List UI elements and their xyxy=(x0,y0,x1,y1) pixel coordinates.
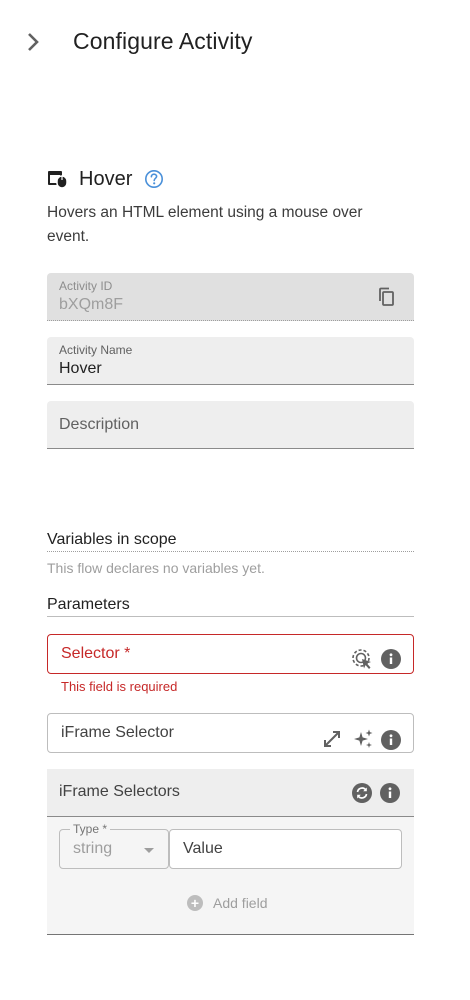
sync-icon[interactable] xyxy=(351,782,373,804)
iframe-selectors-group: iFrame Selectors Type * string Value + A… xyxy=(47,769,414,935)
parameters-section-title: Parameters xyxy=(47,596,414,617)
variables-note: This flow declares no variables yet. xyxy=(47,560,265,576)
add-field-label: Add field xyxy=(213,895,268,911)
activity-name: Hover xyxy=(79,167,133,190)
mouse-icon xyxy=(47,167,71,191)
iframe-selector-input[interactable]: iFrame Selector xyxy=(47,713,414,753)
description-field[interactable]: Description xyxy=(47,401,414,449)
page-title: Configure Activity xyxy=(73,28,253,54)
iframe-selector-info-icon[interactable] xyxy=(380,729,402,751)
activity-id-field: Activity ID bXQm8F xyxy=(47,273,414,321)
selector-info-icon[interactable] xyxy=(380,648,402,670)
caret-down-icon xyxy=(144,848,154,853)
value-input[interactable]: Value xyxy=(169,829,402,869)
sparkles-icon[interactable] xyxy=(352,728,374,750)
activity-name-value: Hover xyxy=(59,360,102,377)
copy-icon[interactable] xyxy=(376,286,398,308)
iframe-selector-label: iFrame Selector xyxy=(61,724,174,741)
activity-id-value: bXQm8F xyxy=(59,296,124,313)
expand-icon[interactable] xyxy=(321,728,343,750)
selector-input[interactable]: Selector * xyxy=(47,634,414,674)
iframe-selectors-info-icon[interactable] xyxy=(379,782,401,804)
activity-id-label: Activity ID xyxy=(59,279,113,293)
help-icon[interactable] xyxy=(144,168,166,190)
selector-error-text: This field is required xyxy=(61,679,178,694)
iframe-selectors-label: iFrame Selectors xyxy=(59,783,180,800)
activity-name-label: Activity Name xyxy=(59,343,133,357)
type-value: string xyxy=(73,840,113,857)
activity-name-field[interactable]: Activity Name Hover xyxy=(47,337,414,385)
iframe-selectors-header: iFrame Selectors xyxy=(47,769,414,817)
type-select[interactable]: Type * string xyxy=(59,822,169,869)
activity-heading: Hover xyxy=(47,164,166,194)
add-circle-icon: + xyxy=(187,895,203,911)
type-label: Type * xyxy=(70,822,111,836)
element-picker-icon[interactable] xyxy=(351,648,373,670)
panel-header: Configure Activity xyxy=(0,0,470,84)
variables-section-title: Variables in scope xyxy=(47,531,414,552)
value-placeholder: Value xyxy=(183,840,223,857)
description-placeholder: Description xyxy=(59,416,140,433)
activity-description: Hovers an HTML element using a mouse ove… xyxy=(47,204,363,245)
add-field-button[interactable]: + Add field xyxy=(187,893,267,913)
collapse-chevron-icon[interactable] xyxy=(22,28,44,56)
selector-label: Selector * xyxy=(61,645,131,662)
